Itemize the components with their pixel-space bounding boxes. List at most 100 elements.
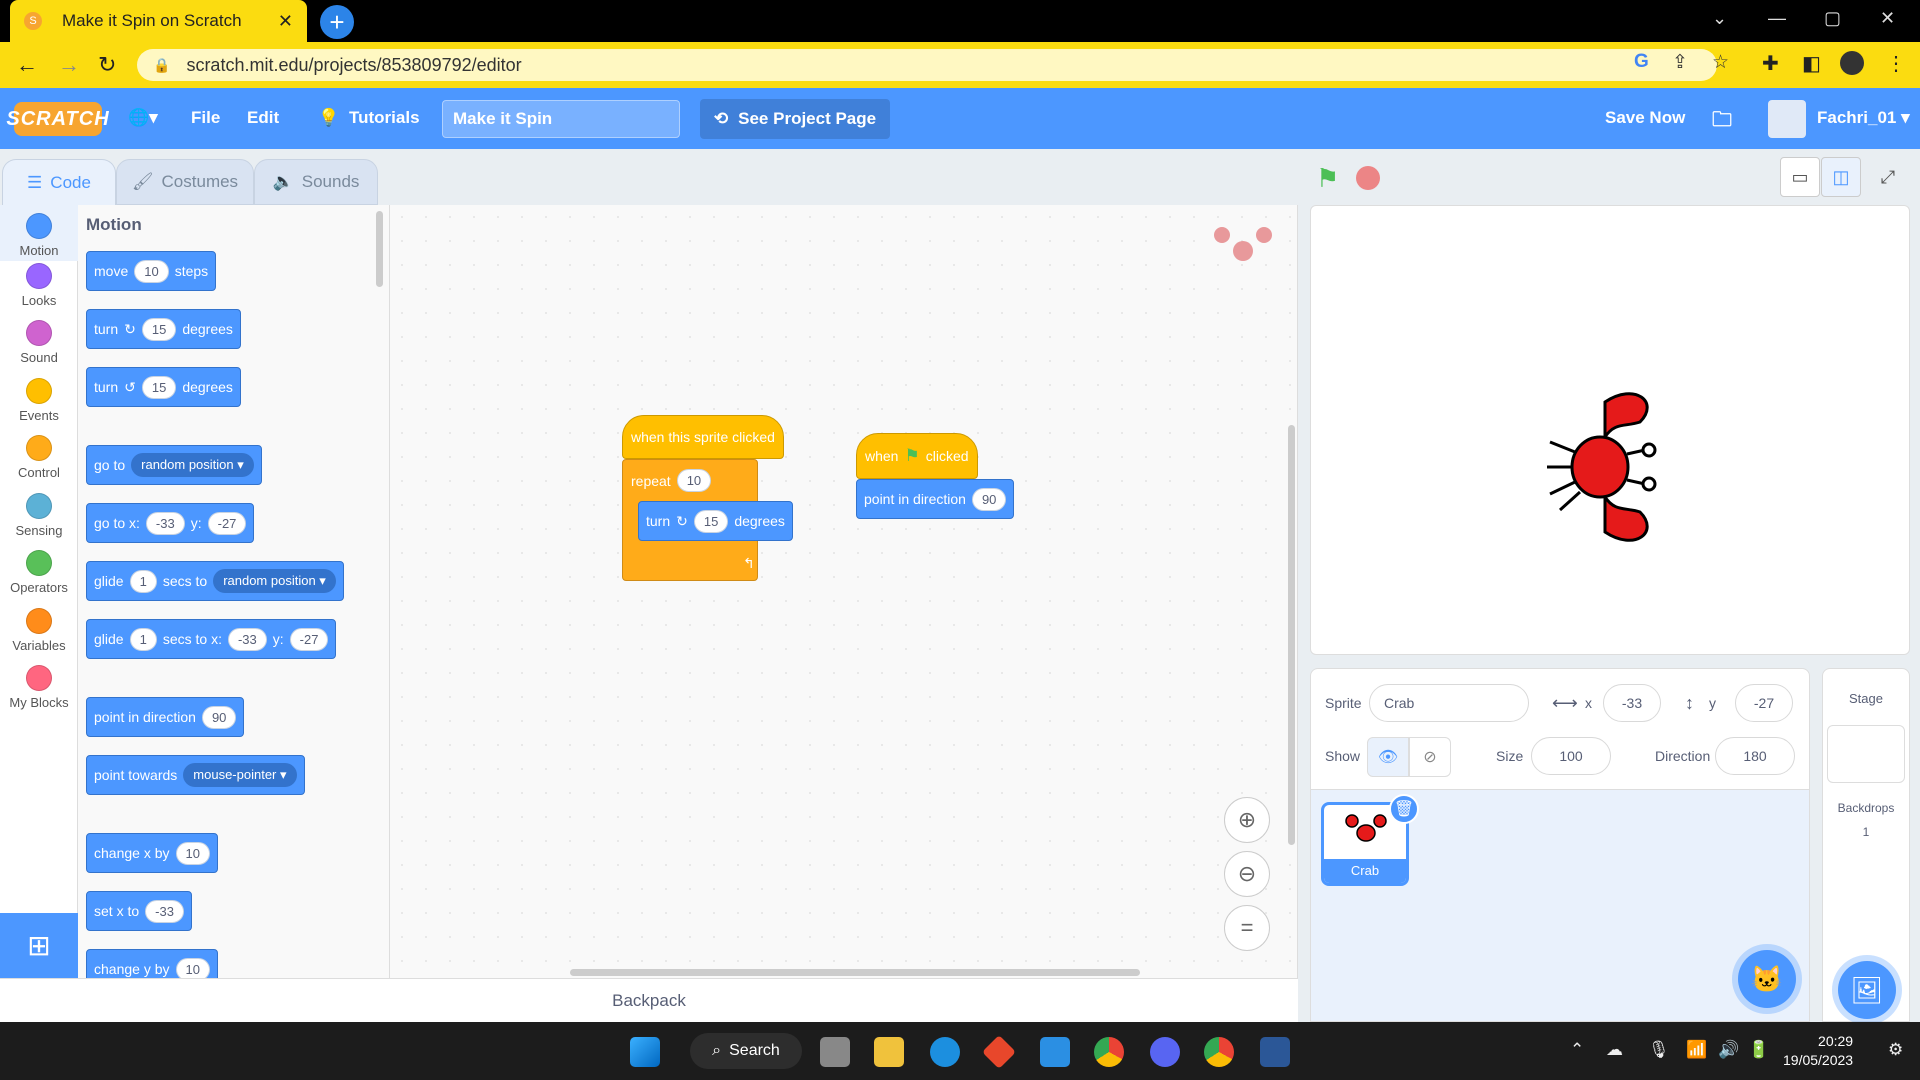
onedrive-icon[interactable]: ☁ <box>1606 1040 1623 1060</box>
my-stuff-folder-icon[interactable]: 🗀 <box>1712 105 1732 139</box>
block-dropdown[interactable]: random position ▾ <box>213 569 336 593</box>
zoom-out-button[interactable]: ⊖ <box>1224 851 1270 897</box>
block-glide-to-xy[interactable]: glide 1 secs to x: -33 y: -27 <box>86 619 337 659</box>
block-input[interactable]: 15 <box>693 509 729 533</box>
scratch-logo[interactable]: SCRATCH <box>6 102 109 136</box>
chrome-active-icon[interactable] <box>1204 1037 1234 1067</box>
tab-sounds[interactable]: 🔈 Sounds <box>254 159 378 205</box>
block-input[interactable]: -33 <box>145 511 185 535</box>
block-input[interactable]: -33 <box>145 899 184 923</box>
close-tab-icon[interactable]: ✕ <box>278 11 293 32</box>
block-point-in-direction[interactable]: point in direction 90 <box>86 697 245 737</box>
hat-when-sprite-clicked[interactable]: when this sprite clicked <box>622 415 784 459</box>
windows-start-icon[interactable] <box>630 1037 660 1067</box>
small-stage-button[interactable]: ▭ <box>1780 157 1820 197</box>
account-menu[interactable]: Fachri_01 ▾ <box>1817 108 1910 128</box>
choose-backdrop-button[interactable]: 🖼 <box>1838 961 1896 1019</box>
block-change-y[interactable]: change y by 10 <box>86 949 218 978</box>
block-input[interactable]: 1 <box>129 627 157 651</box>
word-icon[interactable] <box>1260 1037 1290 1067</box>
block-input[interactable]: 90 <box>201 705 237 729</box>
google-lens-icon[interactable]: G <box>1634 51 1649 73</box>
delete-sprite-icon[interactable]: 🗑 <box>1389 794 1419 824</box>
tab-search-icon[interactable]: ⌄ <box>1712 8 1727 29</box>
profile-avatar[interactable] <box>1840 51 1864 75</box>
extensions-icon[interactable]: ✚ <box>1762 51 1779 76</box>
backpack[interactable]: Backpack <box>0 978 1298 1022</box>
battery-icon[interactable]: 🔋 <box>1748 1040 1769 1060</box>
block-input[interactable]: -33 <box>227 627 267 651</box>
block-set-x[interactable]: set x to -33 <box>86 891 192 931</box>
zoom-reset-button[interactable]: = <box>1224 905 1270 951</box>
block-input[interactable]: -27 <box>289 627 329 651</box>
share-icon[interactable]: ⇪ <box>1672 51 1688 74</box>
microphone-icon[interactable]: 🎙 <box>1648 1040 1670 1060</box>
notification-icon[interactable]: ⚙ <box>1888 1040 1903 1060</box>
block-input[interactable]: 90 <box>971 487 1007 511</box>
tab-code[interactable]: ☰ Code <box>2 159 116 205</box>
stop-button[interactable] <box>1356 166 1380 190</box>
block-input[interactable]: -27 <box>207 511 247 535</box>
file-menu[interactable]: File <box>191 108 220 128</box>
script-horizontal-scrollbar[interactable] <box>570 969 1140 976</box>
sprite-size-input[interactable]: 100 <box>1531 737 1611 775</box>
url-field[interactable]: 🔒 scratch.mit.edu/projects/853809792/edi… <box>137 49 1717 81</box>
user-avatar[interactable] <box>1768 100 1806 138</box>
block-move-steps[interactable]: move 10 steps <box>86 251 217 291</box>
block-dropdown[interactable]: random position ▾ <box>131 453 254 477</box>
fullscreen-button[interactable]: ⤢ <box>1868 157 1908 197</box>
block-dropdown[interactable]: mouse-pointer ▾ <box>183 763 297 787</box>
file-explorer-icon[interactable] <box>874 1037 904 1067</box>
block-turn-right[interactable]: turn ↻ 15 degrees <box>86 309 241 349</box>
forward-icon[interactable]: → <box>58 52 80 78</box>
save-now-button[interactable]: Save Now <box>1605 108 1685 128</box>
bookmark-star-icon[interactable]: ☆ <box>1712 51 1729 74</box>
tutorials-menu[interactable]: Tutorials <box>349 108 420 128</box>
sprite-direction-input[interactable]: 180 <box>1715 737 1795 775</box>
taskbar-clock[interactable]: 20:29 19/05/2023 <box>1783 1032 1853 1070</box>
wifi-icon[interactable]: 📶 <box>1686 1040 1707 1060</box>
block-go-to-xy[interactable]: go to x: -33 y: -27 <box>86 503 255 543</box>
block-go-to[interactable]: go to random position ▾ <box>86 445 262 485</box>
category-operators[interactable]: Operators <box>0 550 78 595</box>
sprite-name-input[interactable]: Crab <box>1369 684 1529 722</box>
block-glide-to[interactable]: glide 1 secs to random position ▾ <box>86 561 344 601</box>
block-input[interactable]: 10 <box>175 957 210 978</box>
block-input[interactable]: 10 <box>175 841 210 865</box>
show-hidden-button[interactable]: ⊘ <box>1409 737 1451 777</box>
normal-stage-button[interactable]: ◫ <box>1821 157 1861 197</box>
category-looks[interactable]: Looks <box>0 263 78 308</box>
minimize-button[interactable]: — <box>1768 8 1786 29</box>
tray-chevron-icon[interactable]: ⌃ <box>1570 1040 1584 1060</box>
project-title-input[interactable]: Make it Spin <box>442 100 680 138</box>
green-flag-button[interactable]: ⚑ <box>1316 163 1339 194</box>
task-view-icon[interactable] <box>820 1037 850 1067</box>
repeat-count-input[interactable]: 10 <box>676 469 712 492</box>
edit-menu[interactable]: Edit <box>247 108 279 128</box>
discord-icon[interactable] <box>1150 1037 1180 1067</box>
category-sensing[interactable]: Sensing <box>0 493 78 538</box>
see-project-page-button[interactable]: ⟲ See Project Page <box>700 99 890 139</box>
maximize-button[interactable]: ▢ <box>1824 8 1841 29</box>
show-visible-button[interactable]: 👁 <box>1367 737 1409 777</box>
block-input[interactable]: 15 <box>141 317 177 341</box>
stage-canvas[interactable] <box>1310 205 1910 655</box>
close-window-button[interactable]: ✕ <box>1880 8 1895 29</box>
category-variables[interactable]: Variables <box>0 608 78 653</box>
browser-menu-icon[interactable]: ⋮ <box>1886 51 1906 76</box>
stage-selector[interactable]: Stage Backdrops 1 🖼 <box>1822 668 1910 1022</box>
sprite-x-input[interactable]: -33 <box>1603 684 1661 722</box>
block-point-in-direction-script[interactable]: point in direction 90 <box>856 479 1015 519</box>
hat-when-flag-clicked[interactable]: when ⚑ clicked <box>856 433 978 479</box>
browser-tab[interactable]: S Make it Spin on Scratch ✕ <box>10 0 307 42</box>
language-menu[interactable]: 🌐▾ <box>128 108 158 128</box>
category-events[interactable]: Events <box>0 378 78 423</box>
stage-thumbnail[interactable] <box>1827 725 1905 783</box>
volume-icon[interactable]: 🔊 <box>1718 1040 1739 1060</box>
block-turn-right-inner[interactable]: turn ↻ 15 degrees <box>638 501 793 541</box>
block-input[interactable]: 15 <box>141 375 177 399</box>
block-input[interactable]: 10 <box>134 259 169 283</box>
block-point-towards[interactable]: point towards mouse-pointer ▾ <box>86 755 305 795</box>
new-tab-button[interactable]: + <box>320 5 354 39</box>
block-turn-left[interactable]: turn ↺ 15 degrees <box>86 367 241 407</box>
